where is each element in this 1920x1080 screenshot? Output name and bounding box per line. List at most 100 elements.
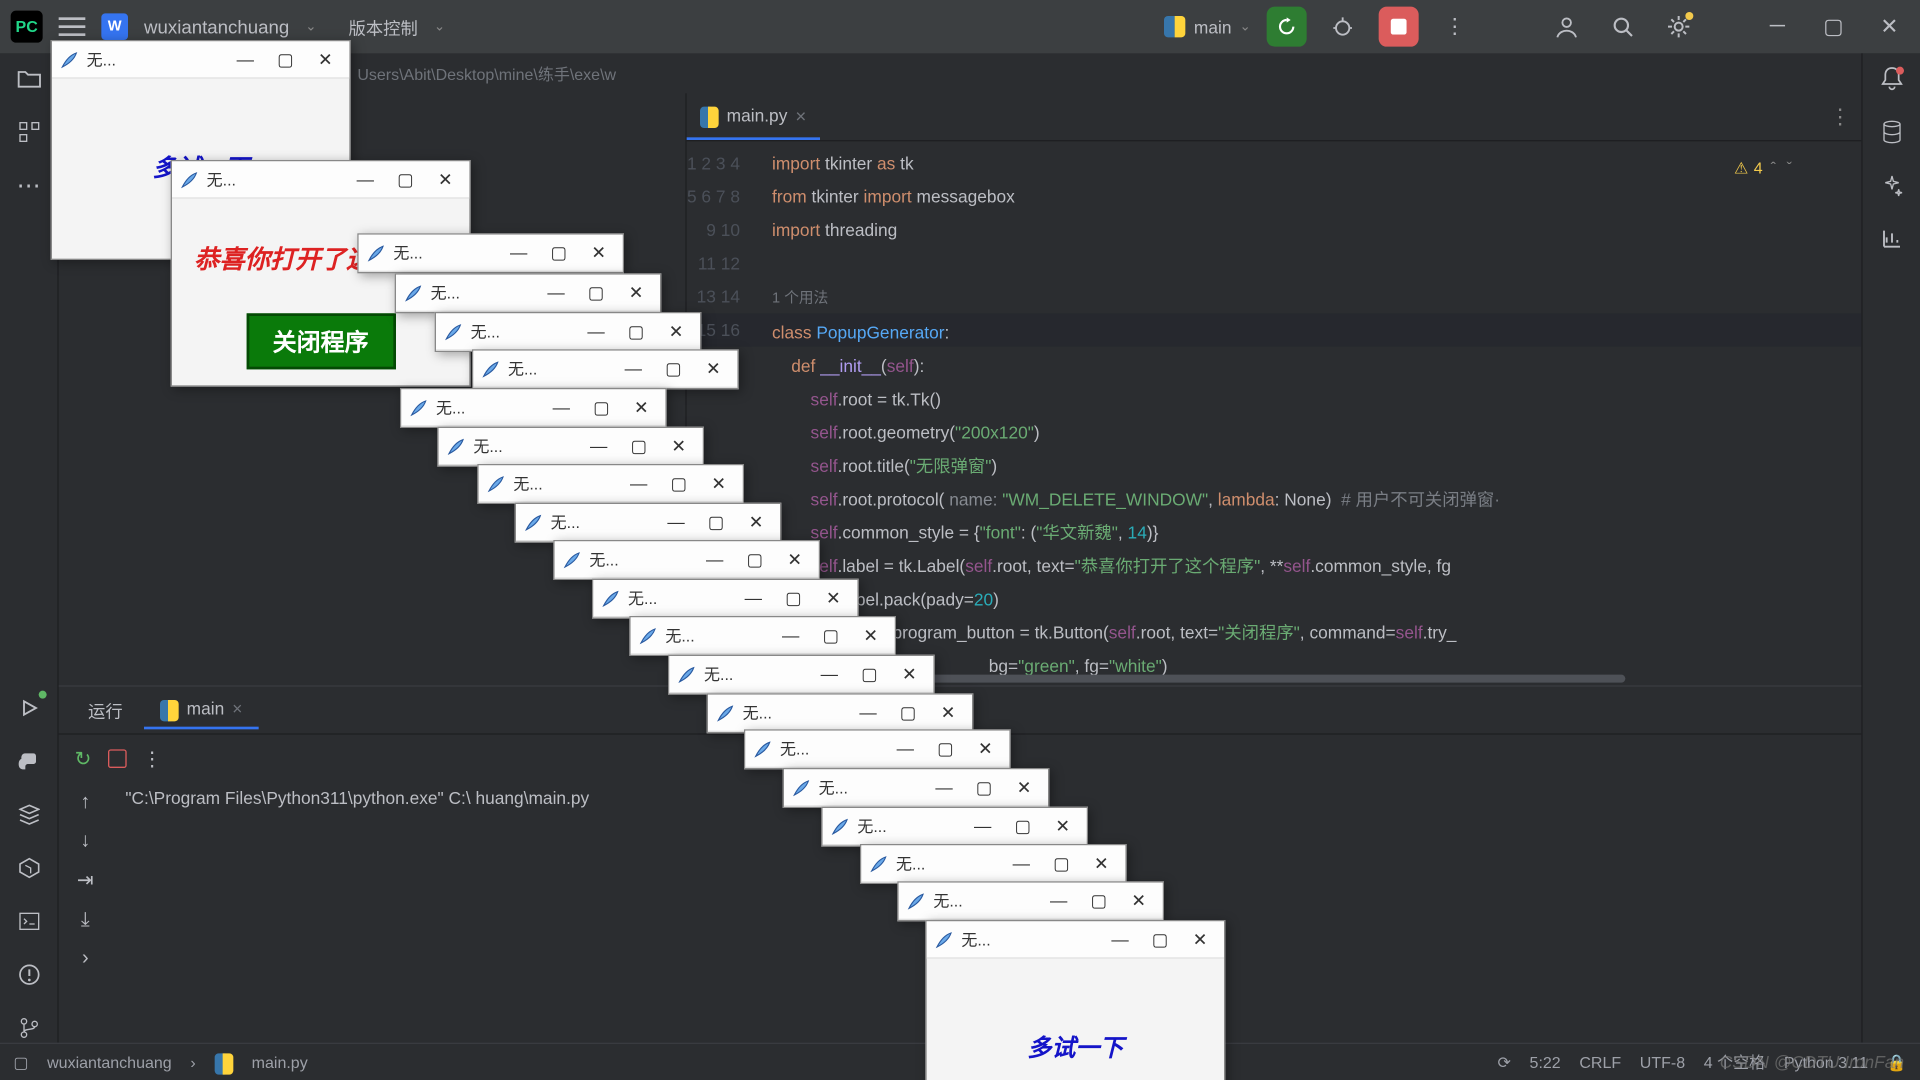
scroll-up-button[interactable]: ↑	[80, 791, 90, 814]
rerun-button[interactable]: ↻	[75, 747, 92, 771]
popup-minimize-button[interactable]: —	[775, 625, 807, 645]
popup-minimize-button[interactable]: —	[967, 816, 999, 836]
run-tab-label[interactable]: 运行	[72, 689, 139, 730]
popup-titlebar[interactable]: 无...—▢✕	[516, 504, 780, 541]
popup-titlebar[interactable]: 无...—▢✕	[555, 541, 819, 578]
line-separator[interactable]: CRLF	[1579, 1053, 1621, 1072]
popup-titlebar[interactable]: 无... — ▢ ✕	[172, 161, 469, 198]
popup-maximize-button[interactable]: ▢	[929, 738, 961, 759]
expand-button[interactable]: ›	[82, 947, 89, 970]
popup-minimize-button[interactable]: —	[229, 49, 261, 69]
popup-maximize-button[interactable]: ▢	[853, 663, 885, 684]
popup-close-button[interactable]: ✕	[625, 397, 657, 418]
popup-maximize-button[interactable]: ▢	[657, 358, 689, 379]
popup-minimize-button[interactable]: —	[737, 588, 769, 608]
popup-close-button[interactable]: ✕	[817, 587, 849, 608]
more-actions-button[interactable]: ⋮	[1435, 7, 1475, 47]
popup-titlebar[interactable]: 无...—▢✕	[439, 428, 703, 465]
popup-maximize-button[interactable]: ▢	[620, 321, 652, 342]
stop-button[interactable]	[1379, 7, 1419, 47]
tk-popup-stacked[interactable]: 无...—▢✕	[395, 273, 662, 313]
python-console-button[interactable]	[14, 747, 43, 776]
popup-close-button[interactable]: ✕	[740, 511, 772, 532]
popup-titlebar[interactable]: 无...—▢✕	[396, 275, 660, 312]
popup-titlebar[interactable]: 无...—▢✕	[473, 351, 737, 388]
popup-close-button[interactable]: ✕	[969, 738, 1001, 759]
popup-maximize-button[interactable]: ▢	[1045, 853, 1077, 874]
popup-maximize-button[interactable]: ▢	[623, 435, 655, 456]
popup-maximize-button[interactable]: ▢	[585, 397, 617, 418]
popup-minimize-button[interactable]: —	[617, 359, 649, 379]
tk-popup-stacked[interactable]: 无...—▢✕	[592, 579, 859, 619]
popup-minimize-button[interactable]: —	[928, 777, 960, 797]
popup-titlebar[interactable]: 无... — ▢ ✕	[927, 921, 1224, 958]
profile-button[interactable]	[1547, 7, 1587, 47]
search-everywhere-button[interactable]	[1603, 7, 1643, 47]
services-tool-button[interactable]	[14, 853, 43, 882]
popup-titlebar[interactable]: 无...—▢✕	[861, 845, 1125, 882]
popup-titlebar[interactable]: 无...—▢✕	[899, 883, 1163, 920]
popup-titlebar[interactable]: 无...—▢✕	[593, 580, 857, 617]
editor-tab-main[interactable]: main.py ×	[687, 93, 820, 140]
popup-titlebar[interactable]: 无...—▢✕	[784, 769, 1048, 806]
tk-popup-stacked[interactable]: 无...—▢✕	[553, 540, 820, 580]
tk-popup-stacked[interactable]: 无...—▢✕	[707, 693, 974, 733]
popup-titlebar[interactable]: 无...—▢✕	[436, 313, 700, 350]
popup-close-button[interactable]: ✕	[583, 242, 615, 263]
popup-close-button[interactable]: ✕	[309, 49, 341, 70]
popup-minimize-button[interactable]: —	[852, 703, 884, 723]
popup-minimize-button[interactable]: —	[580, 321, 612, 341]
more-tool-button[interactable]: ⋯	[14, 171, 43, 200]
popup-maximize-button[interactable]: ▢	[1144, 929, 1176, 950]
close-program-button[interactable]: 关闭程序	[246, 313, 395, 369]
tk-popup-stacked[interactable]: 无...—▢✕	[400, 388, 667, 428]
popup-close-button[interactable]: ✕	[932, 702, 964, 723]
settings-button[interactable]	[1659, 7, 1699, 47]
popup-maximize-button[interactable]: ▢	[1083, 890, 1115, 911]
tk-popup-stacked[interactable]: 无...—▢✕	[437, 427, 704, 467]
popup-minimize-button[interactable]: —	[583, 436, 615, 456]
project-badge[interactable]: W	[101, 13, 128, 40]
popup-close-button[interactable]: ✕	[620, 282, 652, 303]
popup-minimize-button[interactable]: —	[699, 549, 731, 569]
popup-minimize-button[interactable]: —	[349, 169, 381, 189]
scroll-to-end-button[interactable]: ⤓	[81, 908, 90, 931]
popup-maximize-button[interactable]: ▢	[700, 511, 732, 532]
tk-popup-stacked[interactable]: 无...—▢✕	[435, 312, 702, 352]
editor-tab-more-button[interactable]: ⋮	[1829, 104, 1850, 131]
popup-close-button[interactable]: ✕	[855, 625, 887, 646]
run-tool-button[interactable]	[14, 693, 43, 722]
run-config-tab[interactable]: main ×	[144, 691, 258, 730]
ai-tool-button[interactable]	[1877, 171, 1906, 200]
popup-maximize-button[interactable]: ▢	[968, 777, 1000, 798]
window-maximize-button[interactable]: ▢	[1813, 7, 1853, 47]
terminal-tool-button[interactable]	[14, 907, 43, 936]
popup-minimize-button[interactable]: —	[1043, 891, 1075, 911]
popup-close-button[interactable]: ✕	[1085, 853, 1117, 874]
popup-close-button[interactable]: ✕	[1047, 815, 1079, 836]
popup-maximize-button[interactable]: ▢	[663, 473, 695, 494]
close-run-tab-button[interactable]: ×	[232, 699, 242, 719]
popup-close-button[interactable]: ✕	[663, 435, 695, 456]
popup-minimize-button[interactable]: —	[1104, 929, 1136, 949]
window-minimize-button[interactable]: ─	[1757, 7, 1797, 47]
popup-titlebar[interactable]: 无...—▢✕	[669, 656, 933, 693]
popup-minimize-button[interactable]: —	[503, 243, 535, 263]
window-close-button[interactable]: ✕	[1869, 7, 1909, 47]
structure-tool-button[interactable]	[14, 117, 43, 146]
popup-maximize-button[interactable]: ▢	[777, 587, 809, 608]
tk-popup-stacked[interactable]: 无...—▢✕	[744, 729, 1011, 769]
popup-maximize-button[interactable]: ▢	[580, 282, 612, 303]
vcs-menu[interactable]: 版本控制	[348, 14, 417, 39]
popup-minimize-button[interactable]: —	[545, 397, 577, 417]
run-more-button[interactable]: ⋮	[142, 747, 162, 771]
scroll-down-button[interactable]: ↓	[80, 829, 90, 852]
project-tool-button[interactable]	[14, 64, 43, 93]
popup-maximize-button[interactable]: ▢	[543, 242, 575, 263]
packages-tool-button[interactable]	[14, 800, 43, 829]
stop-run-button[interactable]	[107, 749, 126, 768]
popup-maximize-button[interactable]: ▢	[815, 625, 847, 646]
notifications-button[interactable]	[1877, 64, 1906, 93]
tk-popup-try[interactable]: 无... — ▢ ✕ 多试一下	[925, 920, 1225, 1080]
soft-wrap-button[interactable]: ⇥	[77, 868, 94, 892]
